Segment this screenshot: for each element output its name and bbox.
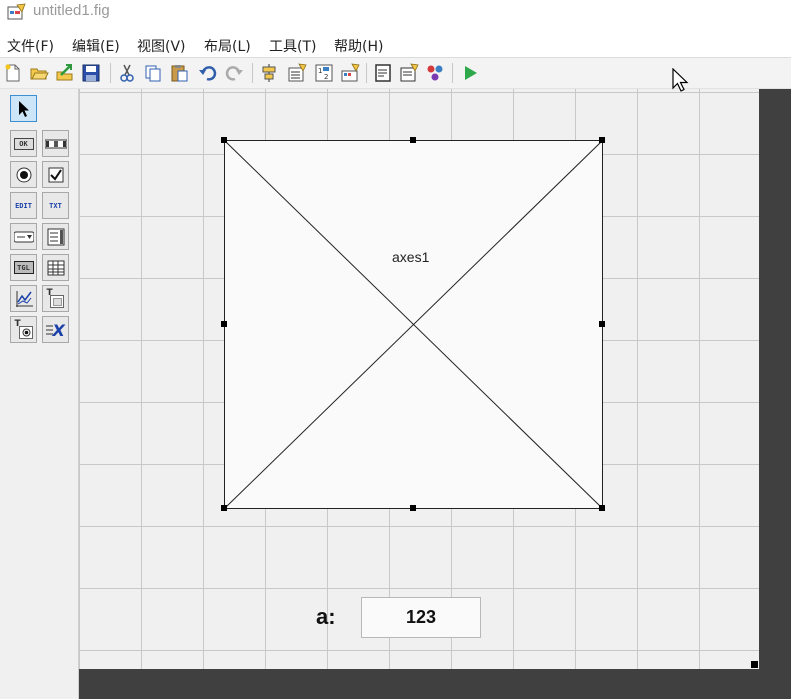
select-tool[interactable] bbox=[10, 95, 37, 122]
property-inspector-icon[interactable] bbox=[398, 62, 420, 84]
menu-editor-icon[interactable] bbox=[286, 62, 308, 84]
figure-resize-handle[interactable] bbox=[751, 661, 758, 668]
menu-bar: 文件(F) 编辑(E) 视图(V) 布局(L) 工具(T) 帮助(H) bbox=[0, 30, 791, 58]
edit-text-tool-label: EDIT bbox=[15, 201, 32, 210]
axes-component[interactable]: axes1 bbox=[224, 140, 603, 509]
selection-handle-top-center[interactable] bbox=[410, 137, 416, 143]
menu-help[interactable]: 帮助(H) bbox=[334, 36, 383, 56]
toggle-button-tool-label: TGL bbox=[13, 261, 34, 274]
selection-handle-bottom-center[interactable] bbox=[410, 505, 416, 511]
push-button-tool[interactable]: OK bbox=[10, 130, 37, 157]
component-palette: OK EDIT TXT TGL T T X bbox=[0, 89, 79, 699]
svg-text:1: 1 bbox=[318, 67, 322, 75]
menu-view[interactable]: 视图(V) bbox=[137, 36, 186, 56]
save-icon[interactable] bbox=[80, 62, 102, 84]
object-browser-icon[interactable] bbox=[424, 62, 446, 84]
mouse-cursor-icon bbox=[672, 68, 689, 92]
edit-text-value: 123 bbox=[405, 607, 437, 627]
static-text-a[interactable]: a: bbox=[316, 604, 336, 630]
toolbar-editor-icon[interactable] bbox=[339, 62, 361, 84]
run-figure-icon[interactable] bbox=[459, 62, 481, 84]
activex-control-tool-label: X bbox=[52, 320, 65, 340]
static-text-tool[interactable]: TXT bbox=[42, 192, 69, 219]
selection-handle-middle-left[interactable] bbox=[221, 321, 227, 327]
static-text-tool-label: TXT bbox=[49, 201, 62, 210]
panel-tool[interactable]: T bbox=[42, 285, 69, 312]
selection-handle-bottom-right[interactable] bbox=[599, 505, 605, 511]
guide-fig-icon bbox=[7, 3, 26, 20]
radio-button-tool[interactable] bbox=[10, 161, 37, 188]
title-bar: untitled1.fig bbox=[0, 0, 791, 30]
open-folder-icon[interactable] bbox=[28, 62, 50, 84]
table-tool[interactable] bbox=[42, 254, 69, 281]
button-group-tool[interactable]: T bbox=[10, 316, 37, 343]
toggle-button-tool[interactable]: TGL bbox=[10, 254, 37, 281]
selection-handle-top-right[interactable] bbox=[599, 137, 605, 143]
paste-icon[interactable] bbox=[168, 62, 190, 84]
export-icon[interactable] bbox=[54, 62, 76, 84]
svg-text:2: 2 bbox=[324, 73, 328, 81]
axes-tool[interactable] bbox=[10, 285, 37, 312]
push-button-tool-label: OK bbox=[13, 137, 34, 150]
activex-control-tool[interactable]: X bbox=[42, 316, 69, 343]
edit-text-box[interactable]: 123 bbox=[361, 597, 481, 638]
align-objects-icon[interactable] bbox=[258, 62, 280, 84]
listbox-tool[interactable] bbox=[42, 223, 69, 250]
m-file-editor-icon[interactable] bbox=[372, 62, 394, 84]
popup-menu-tool[interactable] bbox=[10, 223, 37, 250]
menu-edit[interactable]: 编辑(E) bbox=[72, 36, 120, 56]
menu-file[interactable]: 文件(F) bbox=[7, 36, 54, 56]
menu-layout[interactable]: 布局(L) bbox=[204, 36, 251, 56]
figure-border-bottom bbox=[79, 669, 791, 699]
checkbox-tool[interactable] bbox=[42, 161, 69, 188]
copy-icon[interactable] bbox=[142, 62, 164, 84]
undo-icon[interactable] bbox=[196, 62, 218, 84]
menu-tools[interactable]: 工具(T) bbox=[269, 36, 316, 56]
axes-placeholder-cross bbox=[225, 141, 602, 508]
new-file-icon[interactable] bbox=[2, 62, 24, 84]
selection-handle-top-left[interactable] bbox=[221, 137, 227, 143]
tab-order-editor-icon[interactable]: 12 bbox=[313, 62, 335, 84]
figure-border-right bbox=[759, 89, 791, 699]
selection-handle-middle-right[interactable] bbox=[599, 321, 605, 327]
redo-icon[interactable] bbox=[224, 62, 246, 84]
edit-text-tool[interactable]: EDIT bbox=[10, 192, 37, 219]
selection-handle-bottom-left[interactable] bbox=[221, 505, 227, 511]
window-title: untitled1.fig bbox=[33, 2, 110, 19]
axes-tag-label: axes1 bbox=[392, 249, 430, 265]
slider-tool[interactable] bbox=[42, 130, 69, 157]
cut-icon[interactable] bbox=[116, 62, 138, 84]
